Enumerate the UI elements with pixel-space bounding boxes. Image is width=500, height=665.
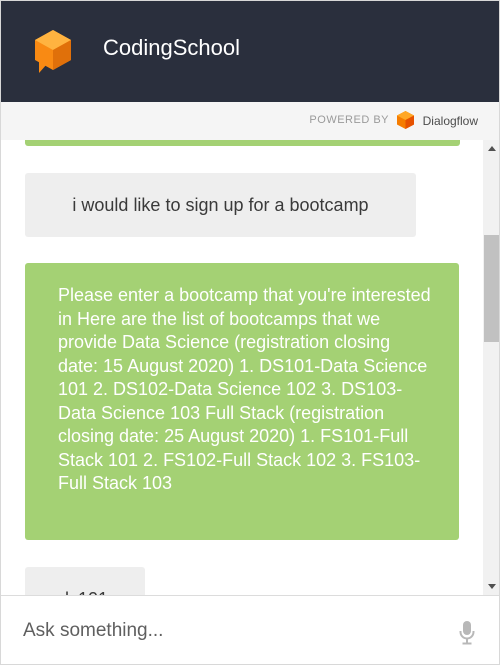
scroll-up-arrow-icon[interactable]: [483, 140, 500, 158]
powered-by-label: POWERED BY: [309, 114, 389, 126]
message-input[interactable]: [23, 616, 443, 646]
scrollbar[interactable]: [483, 140, 500, 595]
app-title: CodingSchool: [103, 35, 240, 60]
powered-by-bar: POWERED BY Dialogflow: [1, 102, 499, 141]
user-message: i would like to sign up for a bootcamp: [25, 173, 416, 237]
user-message: ds101: [25, 567, 145, 595]
bot-message: Please enter a bootcamp that you're inte…: [25, 263, 459, 540]
scroll-down-arrow-icon[interactable]: [483, 577, 500, 595]
microphone-icon[interactable]: [459, 621, 475, 645]
scrollbar-thumb[interactable]: [484, 235, 499, 342]
dialogflow-brand: Dialogflow: [422, 114, 478, 128]
bot-message: [25, 140, 460, 146]
agent-cube-icon: [35, 30, 71, 73]
input-bar: [1, 595, 499, 664]
dialogflow-logo-icon: [397, 111, 414, 129]
message-list[interactable]: i would like to sign up for a bootcamp P…: [1, 140, 483, 595]
header: CodingSchool: [1, 1, 499, 102]
chat-widget: CodingSchool POWERED BY Dialogflow i wou…: [0, 0, 500, 665]
